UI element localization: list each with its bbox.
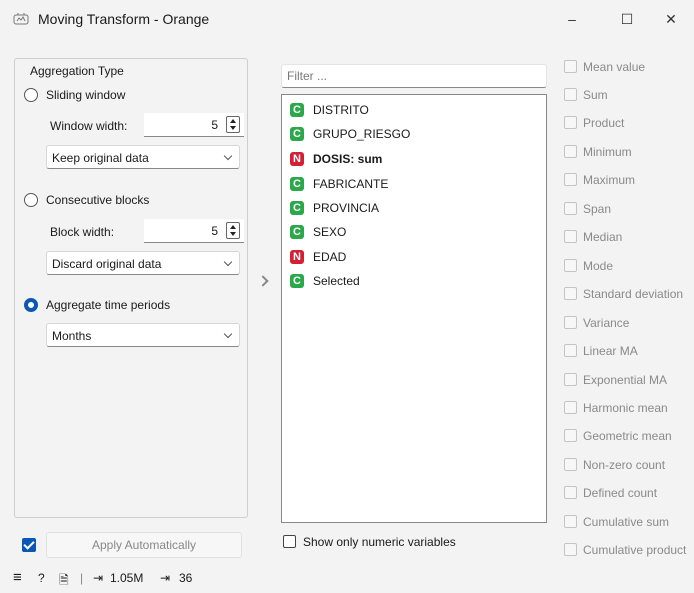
- window-width-value: 5: [211, 118, 218, 132]
- block-width-label: Block width:: [50, 225, 115, 239]
- aggregation-checkbox[interactable]: [564, 458, 577, 471]
- consecutive-mode-value: Discard original data: [52, 257, 162, 271]
- variable-list[interactable]: C DISTRITO C GRUPO_RIESGO N DOSIS: sum C…: [281, 94, 547, 523]
- input-data-icon: ⇥: [93, 571, 104, 585]
- title-bar: Moving Transform - Orange – ☐ ✕: [0, 0, 694, 36]
- aggregation-checkbox[interactable]: [564, 429, 577, 442]
- aggregation-label: Minimum: [583, 145, 632, 159]
- apply-button[interactable]: Apply Automatically: [46, 532, 242, 558]
- variable-label: DISTRITO: [313, 103, 369, 117]
- variable-label: EDAD: [313, 250, 347, 264]
- aggregation-label: Sum: [583, 88, 608, 102]
- aggregation-checkbox[interactable]: [564, 230, 577, 243]
- filter-field[interactable]: [281, 64, 547, 88]
- aggregation-checkbox[interactable]: [564, 202, 577, 215]
- input-data-size: 1.05M: [110, 571, 144, 585]
- aggregation-checkbox[interactable]: [564, 543, 577, 556]
- spin-arrows-icon[interactable]: [226, 116, 240, 133]
- aggregation-checkbox[interactable]: [564, 173, 577, 186]
- variable-label: Selected: [313, 274, 360, 288]
- aggregation-label: Product: [583, 116, 625, 130]
- aggregation-label: Cumulative sum: [583, 515, 670, 529]
- aggregation-checkbox[interactable]: [564, 486, 577, 499]
- aggregation-label: Variance: [583, 316, 630, 330]
- aggregate-time-periods-label: Aggregate time periods: [46, 298, 171, 312]
- numeric-only-checkbox[interactable]: [283, 535, 296, 548]
- variable-label: PROVINCIA: [313, 201, 380, 215]
- aggregation-label: Harmonic mean: [583, 401, 668, 415]
- minimize-button[interactable]: –: [565, 12, 579, 26]
- consecutive-blocks-label: Consecutive blocks: [46, 193, 150, 207]
- aggregation-label: Geometric mean: [583, 429, 672, 443]
- chevron-right-icon: [257, 275, 269, 287]
- menu-icon[interactable]: ≡: [13, 569, 22, 586]
- window-title: Moving Transform - Orange: [38, 11, 210, 27]
- maximize-button[interactable]: ☐: [620, 12, 634, 26]
- aggregation-label: Non-zero count: [583, 458, 666, 472]
- chevron-down-icon: [223, 329, 233, 339]
- close-button[interactable]: ✕: [664, 12, 678, 26]
- categorical-variable-icon: C: [290, 201, 304, 215]
- numeric-only-label: Show only numeric variables: [303, 535, 456, 549]
- aggregation-checkbox[interactable]: [564, 373, 577, 386]
- categorical-variable-icon: C: [290, 225, 304, 239]
- aggregation-checkbox[interactable]: [564, 344, 577, 357]
- aggregation-label: Linear MA: [583, 344, 638, 358]
- chevron-down-icon: [223, 151, 233, 161]
- time-period-value: Months: [52, 329, 92, 343]
- aggregation-checkbox[interactable]: [564, 60, 577, 73]
- block-width-value: 5: [211, 224, 218, 238]
- spin-arrows-icon[interactable]: [226, 222, 240, 239]
- variable-label: FABRICANTE: [313, 177, 389, 191]
- categorical-variable-icon: C: [290, 127, 304, 141]
- output-data-size: 36: [179, 571, 193, 585]
- aggregation-type-title: Aggregation Type: [26, 64, 128, 78]
- variable-label: SEXO: [313, 225, 347, 239]
- aggregation-checkbox[interactable]: [564, 401, 577, 414]
- aggregation-label: Span: [583, 202, 612, 216]
- categorical-variable-icon: C: [290, 103, 304, 117]
- window-width-spinbox[interactable]: 5: [144, 113, 244, 137]
- chevron-down-icon: [223, 257, 233, 267]
- aggregate-time-periods-radio[interactable]: [24, 298, 38, 312]
- categorical-variable-icon: C: [290, 177, 304, 191]
- aggregation-label: Cumulative product: [583, 543, 687, 557]
- aggregation-label: Mode: [583, 259, 614, 273]
- status-bar: ≡ ? 🗎 | ⇥ 1.05M ⇥ 36: [0, 568, 694, 593]
- aggregation-checkbox[interactable]: [564, 287, 577, 300]
- report-icon[interactable]: 🗎: [59, 571, 69, 592]
- apply-automatically-checkbox[interactable]: [22, 538, 36, 552]
- aggregation-checkbox[interactable]: [564, 259, 577, 272]
- sliding-window-radio[interactable]: [24, 88, 38, 102]
- aggregation-label: Standard deviation: [583, 287, 684, 301]
- categorical-variable-icon: C: [290, 274, 304, 288]
- aggregation-label: Exponential MA: [583, 373, 668, 387]
- sliding-window-label: Sliding window: [46, 88, 126, 102]
- window-width-label: Window width:: [50, 119, 128, 133]
- variable-label: DOSIS: sum: [313, 152, 383, 166]
- aggregation-label: Maximum: [583, 173, 636, 187]
- orange-app-icon: [13, 13, 29, 25]
- numeric-variable-icon: N: [290, 152, 304, 166]
- variable-label: GRUPO_RIESGO: [313, 127, 411, 141]
- filter-input[interactable]: [285, 68, 543, 84]
- sliding-mode-value: Keep original data: [52, 151, 149, 165]
- numeric-variable-icon: N: [290, 250, 304, 264]
- time-period-dropdown[interactable]: Months: [46, 323, 240, 347]
- status-divider: |: [80, 571, 84, 585]
- help-icon[interactable]: ?: [38, 571, 45, 585]
- aggregation-checkbox[interactable]: [564, 145, 577, 158]
- aggregation-checkbox[interactable]: [564, 116, 577, 129]
- aggregation-label: Median: [583, 230, 623, 244]
- aggregation-checkbox[interactable]: [564, 515, 577, 528]
- aggregation-label: Mean value: [583, 60, 646, 74]
- aggregation-checkbox[interactable]: [564, 316, 577, 329]
- output-data-icon: ⇥: [160, 571, 171, 585]
- aggregation-checkbox[interactable]: [564, 88, 577, 101]
- sliding-mode-dropdown[interactable]: Keep original data: [46, 145, 240, 169]
- aggregation-label: Defined count: [583, 486, 658, 500]
- consecutive-mode-dropdown[interactable]: Discard original data: [46, 251, 240, 275]
- block-width-spinbox[interactable]: 5: [144, 219, 244, 243]
- consecutive-blocks-radio[interactable]: [24, 193, 38, 207]
